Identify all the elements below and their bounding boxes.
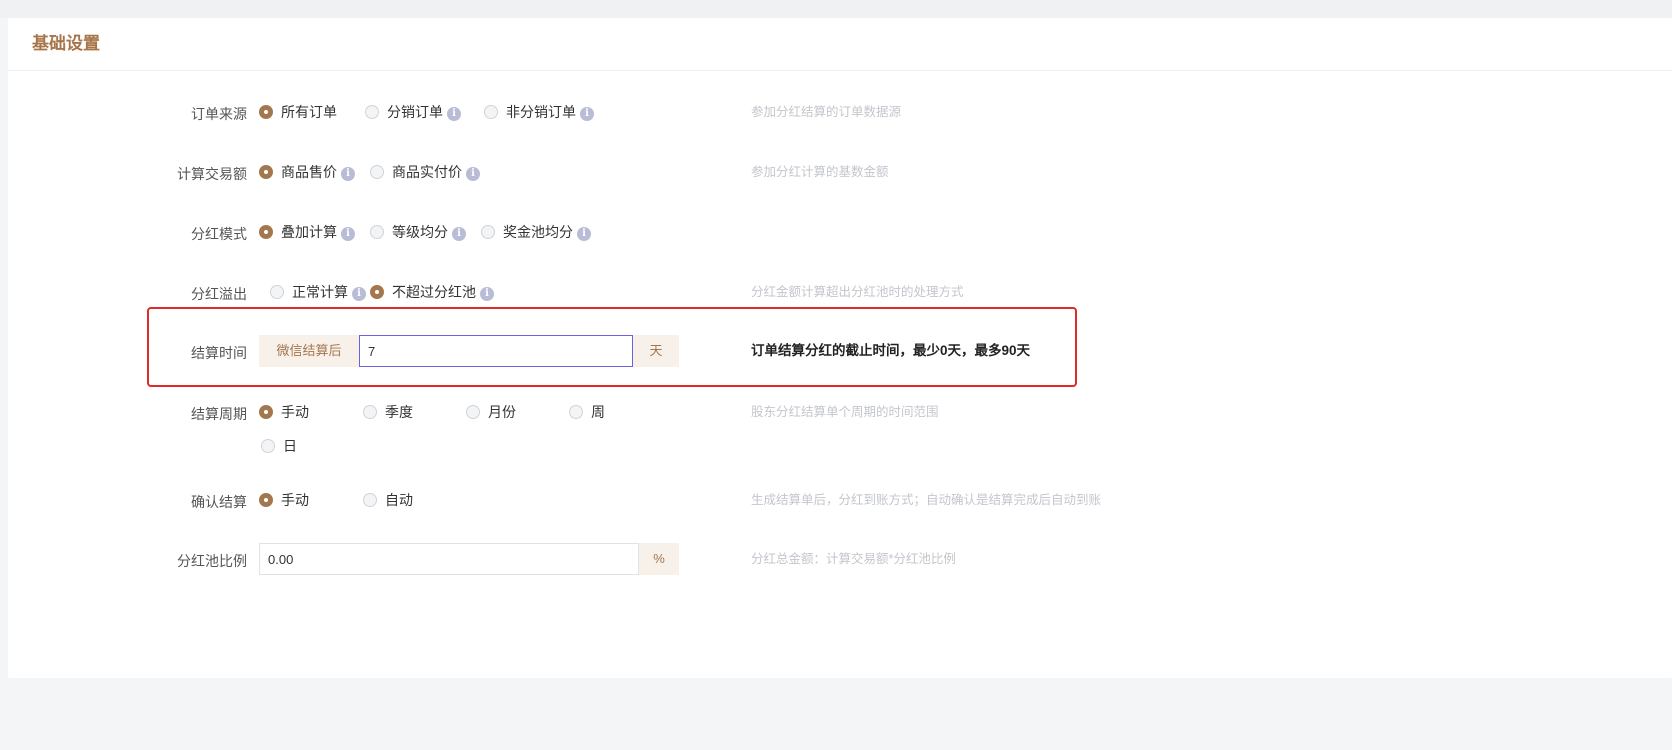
radio-label: 周 xyxy=(591,404,605,420)
row-confirm-settle: 确认结算 手动 自动 生成结算单后，分红到账方式；自动确认是结算完成后自动到账 xyxy=(0,490,1664,514)
row-settle-cycle: 结算周期 手动 季度 月份 周 日 股东分红结算单个周期的时间范围 xyxy=(0,402,1664,462)
pool-ratio-input[interactable] xyxy=(259,543,639,575)
settle-time-prefix: 微信结算后 xyxy=(259,335,359,367)
settle-time-input[interactable] xyxy=(359,335,633,367)
bonus-mode-label: 分红模式 xyxy=(191,226,247,242)
card-header: 基础设置 xyxy=(8,18,1672,71)
bonus-overflow-hint: 分红金额计算超出分红池时的处理方式 xyxy=(751,285,964,299)
radio-dot xyxy=(484,105,498,119)
info-icon[interactable]: i xyxy=(341,167,355,181)
radio-dot xyxy=(363,405,377,419)
bonus-overflow-label: 分红溢出 xyxy=(191,286,247,302)
radio-dot xyxy=(259,493,273,507)
radio-dot xyxy=(370,165,384,179)
radio-label: 季度 xyxy=(385,404,413,420)
radio-dot xyxy=(569,405,583,419)
confirm-settle-hint: 生成结算单后，分红到账方式；自动确认是结算完成后自动到账 xyxy=(751,493,1102,507)
info-icon[interactable]: i xyxy=(580,107,594,121)
radio-dot xyxy=(270,285,284,299)
radio-dot xyxy=(481,225,495,239)
settle-time-label: 结算时间 xyxy=(191,345,247,361)
settle-time-input-group: 微信结算后 天 xyxy=(259,335,679,367)
radio-label: 等级均分 i xyxy=(392,222,466,242)
info-icon[interactable]: i xyxy=(577,227,591,241)
radio-label: 正常计算 i xyxy=(292,282,366,302)
pool-ratio-label: 分红池比例 xyxy=(177,553,247,569)
radio-dot xyxy=(259,105,273,119)
trade-amount-hint: 参加分红计算的基数金额 xyxy=(751,165,889,179)
row-settle-time: 结算时间 微信结算后 天 订单结算分红的截止时间，最少0天，最多90天 xyxy=(0,335,1664,369)
radio-dot xyxy=(370,285,384,299)
radio-label: 非分销订单 i xyxy=(506,102,594,122)
radio-label: 不超过分红池 i xyxy=(392,282,494,302)
radio-label: 所有订单 xyxy=(281,104,337,120)
top-strip xyxy=(0,0,1672,18)
radio-dot xyxy=(261,439,275,453)
radio-label: 商品实付价 i xyxy=(392,162,480,182)
pool-ratio-hint: 分红总金额：计算交易额*分红池比例 xyxy=(751,552,956,566)
info-icon[interactable]: i xyxy=(341,227,355,241)
row-order-source: 订单来源 所有订单 分销订单 i 非分销订单 i 参加分红结算的订单数据源 xyxy=(0,102,1664,126)
radio-label: 分销订单 i xyxy=(387,102,461,122)
radio-dot xyxy=(259,225,273,239)
radio-label: 月份 xyxy=(488,404,516,420)
row-trade-amount: 计算交易额 商品售价 i 商品实付价 i 参加分红计算的基数金额 xyxy=(0,162,1664,186)
radio-label: 叠加计算 i xyxy=(281,222,355,242)
section-title: 基础设置 xyxy=(32,34,100,53)
info-icon[interactable]: i xyxy=(447,107,461,121)
radio-dot xyxy=(259,165,273,179)
row-pool-ratio: 分红池比例 % 分红总金额：计算交易额*分红池比例 xyxy=(0,543,1664,577)
row-bonus-overflow: 分红溢出 正常计算 i 不超过分红池 i 分红金额计算超出分红池时的处理方式 xyxy=(0,282,1664,306)
settle-time-suffix: 天 xyxy=(633,335,679,367)
info-icon[interactable]: i xyxy=(466,167,480,181)
radio-label: 手动 xyxy=(281,404,309,420)
radio-label: 手动 xyxy=(281,492,309,508)
info-icon[interactable]: i xyxy=(352,287,366,301)
info-icon[interactable]: i xyxy=(480,287,494,301)
radio-dot xyxy=(370,225,384,239)
confirm-settle-label: 确认结算 xyxy=(191,494,247,510)
order-source-label: 订单来源 xyxy=(191,106,247,122)
pool-ratio-suffix: % xyxy=(639,543,679,575)
row-bonus-mode: 分红模式 叠加计算 i 等级均分 i 奖金池均分 i xyxy=(0,222,1664,246)
radio-label: 自动 xyxy=(385,492,413,508)
radio-dot xyxy=(466,405,480,419)
radio-label: 奖金池均分 i xyxy=(503,222,591,242)
settle-cycle-label: 结算周期 xyxy=(191,406,247,422)
pool-ratio-input-group: % xyxy=(259,543,679,575)
settle-cycle-hint: 股东分红结算单个周期的时间范围 xyxy=(751,405,939,419)
radio-label: 商品售价 i xyxy=(281,162,355,182)
trade-amount-label: 计算交易额 xyxy=(177,166,247,182)
radio-dot xyxy=(259,405,273,419)
radio-dot xyxy=(363,493,377,507)
settle-time-hint: 订单结算分红的截止时间，最少0天，最多90天 xyxy=(751,343,1031,358)
radio-label: 日 xyxy=(283,438,297,454)
info-icon[interactable]: i xyxy=(452,227,466,241)
radio-dot xyxy=(365,105,379,119)
order-source-hint: 参加分红结算的订单数据源 xyxy=(751,105,902,119)
